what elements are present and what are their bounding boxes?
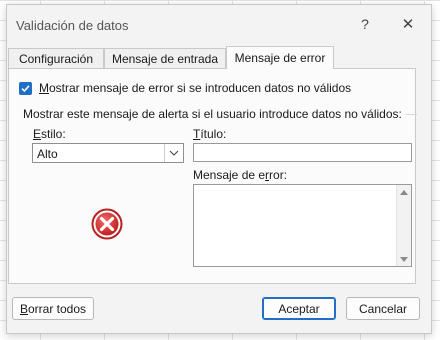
show-error-label: Mostrar mensaje de error si se introduce… bbox=[39, 81, 352, 95]
clear-all-button[interactable]: Borrar todos bbox=[12, 297, 94, 320]
error-message-textarea[interactable] bbox=[193, 184, 412, 267]
style-dropdown[interactable]: Alto bbox=[32, 143, 184, 163]
title-input[interactable] bbox=[193, 143, 412, 162]
message-scrollbar[interactable] bbox=[396, 185, 411, 266]
tab-mensaje-error[interactable]: Mensaje de error bbox=[226, 46, 334, 69]
title-label: Título: bbox=[193, 127, 227, 141]
show-error-checkbox[interactable] bbox=[19, 81, 32, 95]
group-divider bbox=[405, 113, 417, 115]
cancel-button[interactable]: Cancelar bbox=[346, 297, 420, 320]
dialog-title: Validación de datos bbox=[16, 18, 129, 33]
scroll-up-icon[interactable] bbox=[397, 186, 411, 198]
ok-button[interactable]: Aceptar bbox=[262, 297, 336, 320]
error-stop-icon bbox=[91, 208, 123, 240]
tab-configuracion[interactable]: Configuración bbox=[8, 48, 104, 68]
style-label: Estilo: bbox=[33, 127, 66, 141]
chevron-down-icon bbox=[164, 144, 183, 162]
close-button[interactable]: ✕ bbox=[393, 11, 423, 37]
alert-group-label: Mostrar este mensaje de alerta si el usu… bbox=[23, 107, 402, 121]
checkmark-icon bbox=[21, 84, 30, 92]
show-error-row: Mostrar mensaje de error si se introduce… bbox=[19, 80, 351, 96]
help-icon: ? bbox=[361, 16, 369, 32]
error-message-label: Mensaje de error: bbox=[193, 168, 288, 182]
alert-group-header: Mostrar este mensaje de alerta si el usu… bbox=[23, 107, 417, 121]
tab-mensaje-entrada[interactable]: Mensaje de entrada bbox=[104, 48, 226, 68]
help-button[interactable]: ? bbox=[350, 11, 380, 37]
style-selected-value: Alto bbox=[37, 147, 58, 161]
scroll-down-icon[interactable] bbox=[397, 253, 411, 265]
close-icon: ✕ bbox=[401, 16, 415, 33]
